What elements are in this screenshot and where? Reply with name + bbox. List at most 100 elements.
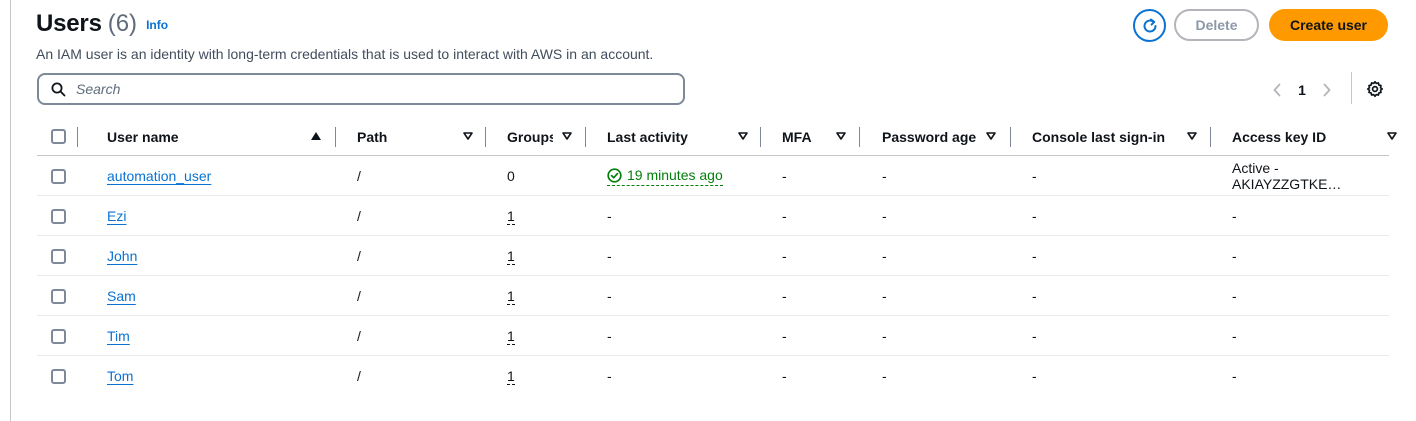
console-sign-in-cell: - (1032, 248, 1037, 264)
select-all-checkbox[interactable] (51, 117, 66, 156)
column-separator (760, 127, 761, 147)
path-cell: / (357, 168, 361, 184)
sort-icon[interactable] (1386, 130, 1398, 142)
user-name-link[interactable]: automation_user (107, 168, 211, 184)
sort-icon[interactable] (1186, 130, 1198, 142)
password-age-cell: - (882, 288, 887, 304)
table-row: John / 1 - - - - - (37, 236, 1389, 276)
access-key-cell: - (1232, 368, 1237, 384)
groups-count[interactable]: 1 (507, 288, 515, 305)
path-cell: / (357, 208, 361, 224)
prev-page-button[interactable] (1266, 83, 1288, 97)
info-link[interactable]: Info (146, 18, 168, 32)
console-sign-in-cell: - (1032, 368, 1037, 384)
groups-count[interactable]: 1 (507, 328, 515, 345)
last-activity-cell: - (607, 208, 612, 224)
access-key-cell: Active - AKIAYZZGTKE… (1232, 160, 1342, 192)
column-separator (335, 127, 336, 147)
password-age-cell: - (882, 368, 887, 384)
user-name-link[interactable]: Ezi (107, 208, 126, 224)
column-separator (859, 127, 860, 147)
user-count: (6) (107, 10, 138, 37)
success-check-icon (607, 167, 622, 183)
console-sign-in-cell: - (1032, 288, 1037, 304)
column-header-access-key-id[interactable]: Access key ID (1232, 117, 1326, 156)
chevron-left-icon (1273, 83, 1281, 97)
console-sign-in-cell: - (1032, 168, 1037, 184)
mfa-cell: - (782, 168, 787, 184)
groups-count[interactable]: 1 (507, 368, 515, 385)
gear-icon (1366, 80, 1384, 98)
user-name-link[interactable]: Tim (107, 328, 130, 344)
search-field[interactable] (37, 73, 685, 105)
column-header-user-name[interactable]: User name (107, 117, 179, 156)
users-panel: Users (6) Info An IAM user is an identit… (10, 0, 1416, 421)
column-header-mfa[interactable]: MFA (782, 117, 812, 156)
password-age-cell: - (882, 248, 887, 264)
table-row: Tim / 1 - - - - - (37, 316, 1389, 356)
column-separator (1210, 127, 1211, 147)
mfa-cell: - (782, 368, 787, 384)
table-row: automation_user / 0 19 minutes ago - - -… (37, 156, 1389, 196)
table-row: Tom / 1 - - - - - (37, 356, 1389, 396)
console-sign-in-cell: - (1032, 208, 1037, 224)
create-user-button[interactable]: Create user (1269, 9, 1388, 41)
column-header-last-activity[interactable]: Last activity (607, 117, 688, 156)
row-checkbox[interactable] (51, 356, 66, 396)
last-activity-cell: - (607, 368, 612, 384)
sort-icon[interactable] (737, 130, 749, 142)
column-header-groups[interactable]: Groups (507, 117, 553, 156)
path-cell: / (357, 328, 361, 344)
console-sign-in-cell: - (1032, 328, 1037, 344)
access-key-cell: - (1232, 288, 1237, 304)
sort-icon[interactable] (561, 130, 573, 142)
groups-count[interactable]: 1 (507, 248, 515, 265)
access-key-cell: - (1232, 248, 1237, 264)
row-checkbox[interactable] (51, 316, 66, 356)
access-key-cell: - (1232, 328, 1237, 344)
search-input[interactable] (76, 81, 636, 97)
password-age-cell: - (882, 328, 887, 344)
path-cell: / (357, 288, 361, 304)
users-table: User name Path Groups Last activity MFA … (37, 117, 1397, 396)
user-name-link[interactable]: Tom (107, 368, 133, 384)
user-name-link[interactable]: Sam (107, 288, 136, 304)
current-page[interactable]: 1 (1288, 82, 1316, 98)
page-header: Users (6) Info (36, 10, 168, 38)
password-age-cell: - (882, 168, 887, 184)
sort-ascending-icon[interactable] (310, 130, 322, 142)
row-checkbox[interactable] (51, 276, 66, 316)
groups-cell: 0 (507, 168, 515, 184)
last-activity-text: 19 minutes ago (627, 166, 723, 183)
preferences-button[interactable] (1365, 79, 1385, 99)
refresh-button[interactable] (1133, 9, 1166, 42)
next-page-button[interactable] (1316, 83, 1338, 97)
column-separator (77, 127, 78, 147)
password-age-cell: - (882, 208, 887, 224)
last-activity-cell: - (607, 328, 612, 344)
row-checkbox[interactable] (51, 236, 66, 276)
mfa-cell: - (782, 248, 787, 264)
page-title: Users (36, 10, 102, 37)
column-header-path[interactable]: Path (357, 117, 387, 156)
column-header-console-sign-in[interactable]: Console last sign-in (1032, 117, 1165, 156)
mfa-cell: - (782, 208, 787, 224)
last-activity-cell: - (607, 288, 612, 304)
access-key-cell: - (1232, 208, 1237, 224)
column-separator (585, 127, 586, 147)
page-description: An IAM user is an identity with long-ter… (36, 46, 654, 62)
mfa-cell: - (782, 328, 787, 344)
table-header: User name Path Groups Last activity MFA … (37, 117, 1397, 156)
row-checkbox[interactable] (51, 196, 66, 236)
sort-icon[interactable] (462, 130, 474, 142)
user-name-link[interactable]: John (107, 248, 137, 264)
last-activity-value[interactable]: 19 minutes ago (607, 167, 723, 186)
table-row: Ezi / 1 - - - - - (37, 196, 1389, 236)
sort-icon[interactable] (985, 130, 997, 142)
delete-button[interactable]: Delete (1174, 9, 1259, 41)
column-separator (1010, 127, 1011, 147)
column-header-password-age[interactable]: Password age (882, 117, 976, 156)
row-checkbox[interactable] (51, 156, 66, 196)
sort-icon[interactable] (835, 130, 847, 142)
groups-count[interactable]: 1 (507, 208, 515, 225)
